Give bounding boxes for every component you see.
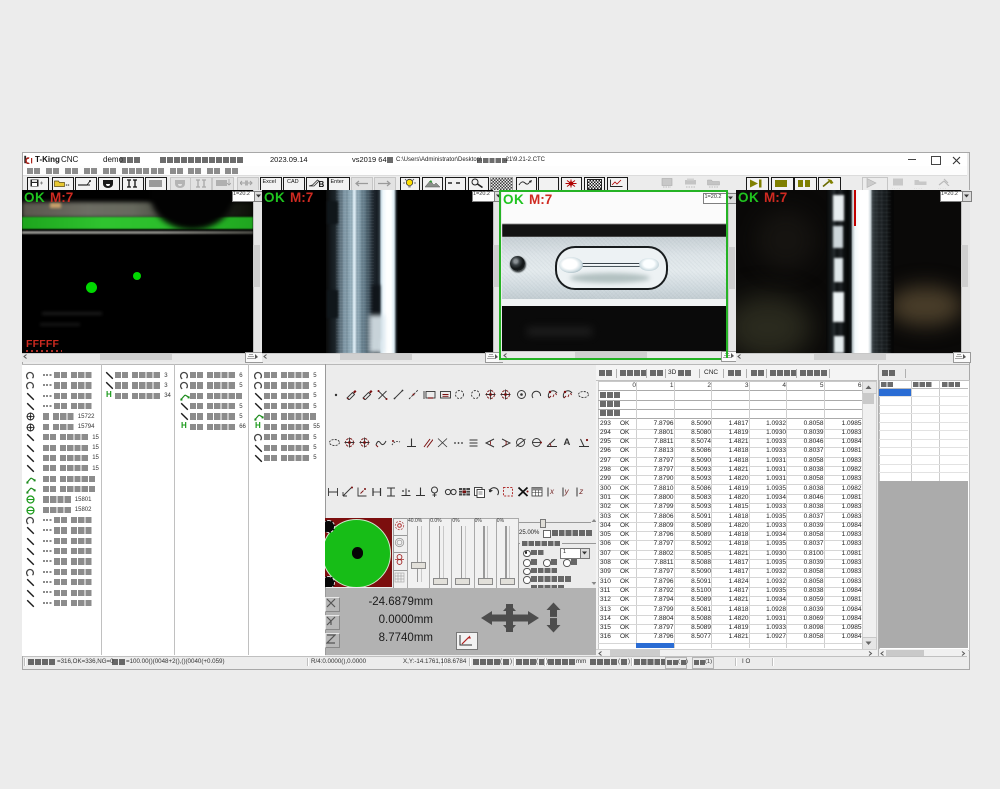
svg-text:B: B — [319, 180, 325, 188]
